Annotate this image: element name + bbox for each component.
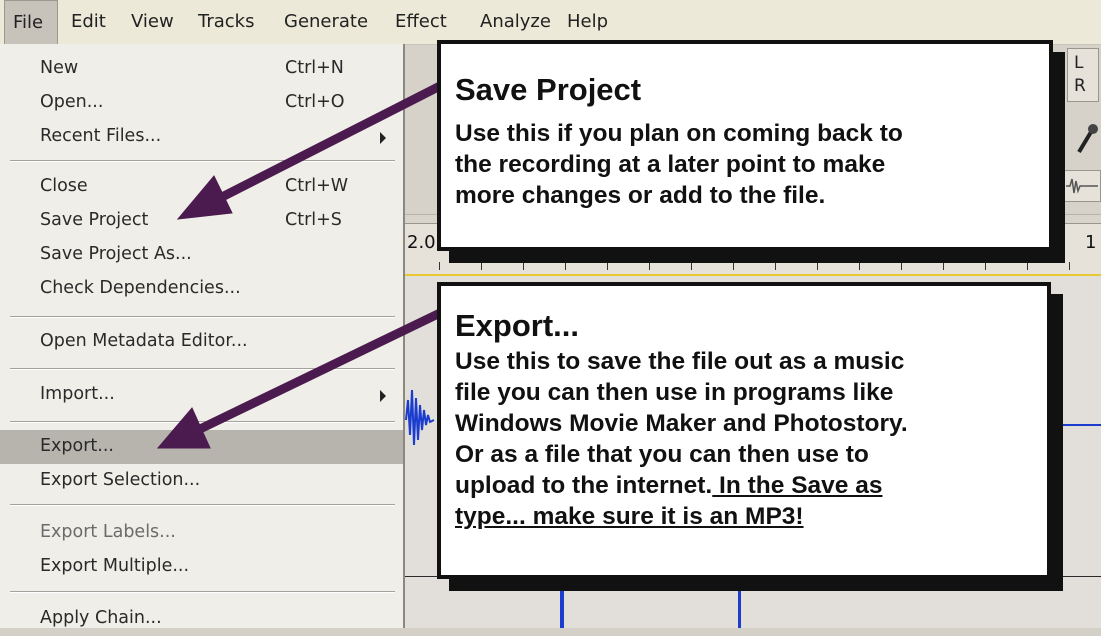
menu-file[interactable]: File [4,0,58,44]
submenu-arrow-icon [380,390,386,402]
menu-separator [10,160,395,162]
meter-left-label: L [1074,53,1084,73]
menu-separator [10,504,395,506]
menu-separator [10,421,395,423]
callout-line: Windows Movie Maker and Photostory. [455,410,908,437]
callout-line: Or as a file that you can then use to [455,441,869,468]
ruler-value-far: 1 [1085,232,1097,253]
callout-body: Use this if you plan on coming back to t… [455,118,903,211]
menu-help[interactable]: Help [567,0,608,44]
waveform-spike [560,580,564,628]
menu-item-save-project-as[interactable]: Save Project As... [0,238,403,272]
menu-item-close[interactable]: Close Ctrl+W [0,170,403,204]
ruler-value-left: 2.0 [407,232,436,253]
menu-edit[interactable]: Edit [71,0,106,44]
callout-line-mp3-note: type... make sure it is an MP3! [455,503,804,530]
menu-item-export[interactable]: Export... [0,430,403,464]
waveform-baseline [1060,424,1101,426]
export-callout: Export... Use this to save the file out … [437,282,1051,579]
menu-separator [10,316,395,318]
menu-item-new[interactable]: New Ctrl+N [0,52,403,86]
menu-item-check-dependencies[interactable]: Check Dependencies... [0,272,403,306]
waveform-spike [738,583,741,628]
menu-view[interactable]: View [131,0,174,44]
submenu-arrow-icon [380,132,386,144]
callout-line: more changes or add to the file. [455,182,826,209]
callout-body: Use this to save the file out as a music… [455,346,908,532]
menu-bar: File Edit View Tracks Generate Effect An… [0,0,1101,45]
menu-separator [10,368,395,370]
microphone-icon[interactable] [1075,122,1099,156]
menu-item-save-project[interactable]: Save Project Ctrl+S [0,204,403,238]
callout-line: file you can then use in programs like [455,379,894,406]
callout-line: upload to the internet. In the Save as [455,472,883,499]
callout-title: Export... [455,308,580,343]
menu-item-export-multiple[interactable]: Export Multiple... [0,550,403,584]
callout-line: Use this to save the file out as a music [455,348,905,375]
menu-item-apply-chain[interactable]: Apply Chain... [0,602,403,636]
callout-line: Use this if you plan on coming back to [455,120,903,147]
waveform-tool-icon[interactable] [1063,170,1101,202]
menu-tracks[interactable]: Tracks [198,0,254,44]
callout-title: Save Project [455,72,642,107]
menu-item-recent-files[interactable]: Recent Files... [0,120,403,154]
menu-item-export-labels: Export Labels... [40,522,176,542]
menu-effect[interactable]: Effect [395,0,447,44]
menu-item-open[interactable]: Open... Ctrl+O [0,86,403,120]
menu-item-export-selection[interactable]: Export Selection... [0,464,403,498]
menu-item-open-metadata-editor[interactable]: Open Metadata Editor... [0,325,403,359]
save-project-callout: Save Project Use this if you plan on com… [437,40,1053,251]
menu-analyze[interactable]: Analyze [480,0,551,44]
menu-item-import[interactable]: Import... [0,378,403,412]
callout-line: the recording at a later point to make [455,151,886,178]
menu-separator [10,591,395,593]
menu-generate[interactable]: Generate [284,0,368,44]
meter-right-label: R [1074,76,1086,96]
file-menu-dropdown: New Ctrl+N Open... Ctrl+O Recent Files..… [0,44,405,628]
meter-lr-box: L R [1067,48,1099,102]
